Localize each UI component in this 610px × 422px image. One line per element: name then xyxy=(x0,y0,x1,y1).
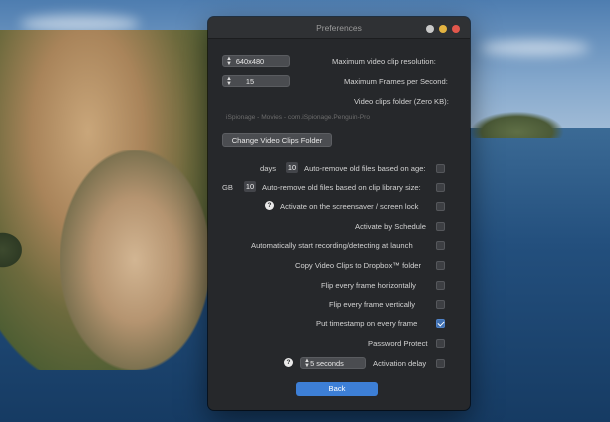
option-screensaver: ? Activate on the screensaver / screen l… xyxy=(208,200,470,214)
folder-path: iSpionage - Movies - com.iSpionage.Pengu… xyxy=(226,114,371,121)
fps-row: ▲ ▼ 15 Maximum Frames per Second: xyxy=(208,75,470,89)
option-auto-remove-age: days 10 Auto-remove old files based on a… xyxy=(208,162,470,176)
resolution-row: ▲ ▼ 640x480 Maximum video clip resolution… xyxy=(208,55,470,69)
fps-label: Maximum Frames per Second: xyxy=(344,77,448,86)
delay-select[interactable]: ▲ ▼ 5 seconds xyxy=(300,357,366,369)
dropbox-checkbox[interactable] xyxy=(436,261,445,270)
title-bar[interactable]: Preferences xyxy=(208,17,470,39)
wallpaper-cliff-lower xyxy=(60,150,210,370)
wallpaper-cloud xyxy=(480,40,590,56)
flip-v-label: Flip every frame vertically xyxy=(329,300,416,309)
flip-v-checkbox[interactable] xyxy=(436,300,445,309)
option-dropbox: Copy Video Clips to Dropbox™ folder xyxy=(208,259,470,273)
size-checkbox[interactable] xyxy=(436,183,445,192)
size-label: Auto-remove old files based on clip libr… xyxy=(262,183,421,192)
change-folder-button[interactable]: Change Video Clips Folder xyxy=(222,133,332,147)
help-icon[interactable]: ? xyxy=(265,201,274,210)
auto-start-label: Automatically start recording/detecting … xyxy=(251,241,413,250)
auto-start-checkbox[interactable] xyxy=(436,241,445,250)
minimize-button[interactable] xyxy=(439,25,447,33)
wallpaper-far-island xyxy=(462,108,572,138)
schedule-label: Activate by Schedule xyxy=(355,222,426,231)
option-auto-start: Automatically start recording/detecting … xyxy=(208,239,470,253)
size-unit: GB xyxy=(222,183,233,192)
fps-value: 15 xyxy=(245,77,255,86)
back-button[interactable]: Back xyxy=(296,382,378,396)
option-schedule: Activate by Schedule xyxy=(208,220,470,234)
option-password: Password Protect xyxy=(208,337,470,351)
zoom-button[interactable] xyxy=(426,25,434,33)
resolution-select[interactable]: ▲ ▼ 640x480 xyxy=(222,55,290,67)
timestamp-label: Put timestamp on every frame xyxy=(316,319,418,328)
flip-h-label: Flip every frame horizontally xyxy=(321,281,416,290)
preferences-window: Preferences ▲ ▼ 640x480 Maximum video cli… xyxy=(208,17,470,410)
password-label: Password Protect xyxy=(368,339,428,348)
schedule-checkbox[interactable] xyxy=(436,222,445,231)
dropbox-label: Copy Video Clips to Dropbox™ folder xyxy=(295,261,422,270)
size-input[interactable]: 10 xyxy=(244,181,256,192)
age-label: Auto-remove old files based on age: xyxy=(304,164,426,173)
wallpaper-rock xyxy=(0,230,25,270)
delay-checkbox[interactable] xyxy=(436,359,445,368)
age-checkbox[interactable] xyxy=(436,164,445,173)
close-button[interactable] xyxy=(452,25,460,33)
password-checkbox[interactable] xyxy=(436,339,445,348)
option-flip-vertical: Flip every frame vertically xyxy=(208,298,470,312)
timestamp-checkbox[interactable] xyxy=(436,319,445,328)
option-flip-horizontal: Flip every frame horizontally xyxy=(208,279,470,293)
screensaver-label: Activate on the screensaver / screen loc… xyxy=(280,202,419,211)
screensaver-checkbox[interactable] xyxy=(436,202,445,211)
age-input[interactable]: 10 xyxy=(286,162,298,173)
flip-h-checkbox[interactable] xyxy=(436,281,445,290)
option-auto-remove-size: GB 10 Auto-remove old files based on cli… xyxy=(208,181,470,195)
age-unit: days xyxy=(260,164,277,173)
delay-value: 5 seconds xyxy=(310,359,344,368)
option-activation-delay: ? ▲ ▼ 5 seconds Activation delay xyxy=(208,357,470,371)
resolution-value: 640x480 xyxy=(235,57,265,66)
folder-label: Video clips folder (Zero KB): xyxy=(354,97,449,106)
delay-label: Activation delay xyxy=(373,359,427,368)
option-timestamp: Put timestamp on every frame xyxy=(208,317,470,331)
fps-select[interactable]: ▲ ▼ 15 xyxy=(222,75,290,87)
resolution-label: Maximum video clip resolution: xyxy=(332,57,436,66)
help-icon[interactable]: ? xyxy=(284,358,293,367)
